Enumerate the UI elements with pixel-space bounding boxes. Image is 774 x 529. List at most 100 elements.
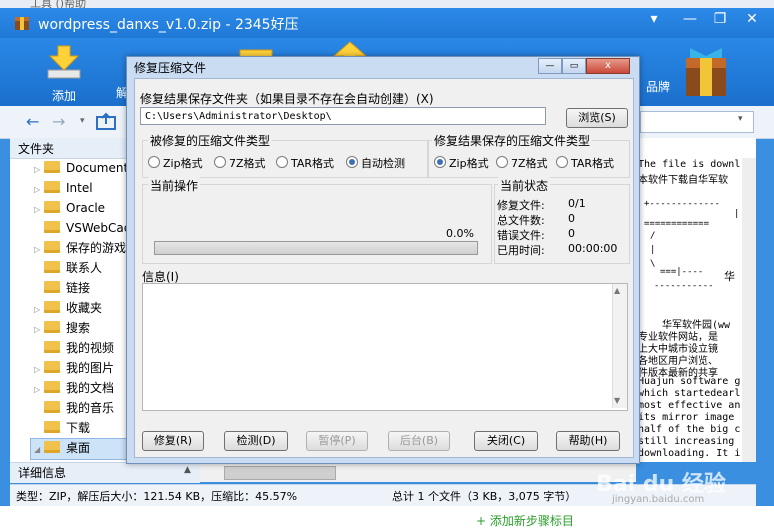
dest-7z-radio[interactable]: 7Z格式 — [496, 155, 548, 171]
current-status-label: 当前状态 — [498, 177, 551, 194]
status-time-label: 已用时间: — [497, 244, 545, 257]
maximize-button[interactable]: ❐ — [706, 9, 734, 29]
folder-pane-title: 文件夹 — [18, 142, 55, 156]
radio-indicator — [148, 156, 160, 168]
source-type-label: 被修复的压缩文件类型 — [148, 132, 273, 149]
dest-tar-radio[interactable]: TAR格式 — [556, 155, 614, 171]
detect-button[interactable]: 检测(D) — [224, 431, 288, 451]
tree-item-my-pictures[interactable]: ▷ 我的图片 — [34, 358, 114, 378]
tree-item-documents[interactable]: ▷ Documents — [34, 158, 134, 178]
browse-button[interactable]: 浏览(S) — [566, 108, 628, 128]
folder-icon — [44, 321, 60, 333]
progress-bar — [154, 241, 478, 255]
skin-button[interactable]: ▾ — [640, 9, 668, 29]
status-time-value: 00:00:00 — [568, 242, 618, 255]
scroll-down-icon[interactable]: ▼ — [614, 396, 620, 405]
pause-button[interactable]: 暂停(P) — [306, 431, 368, 451]
repair-button[interactable]: 修复(R) — [142, 431, 204, 451]
tree-item-saved-games[interactable]: ▷ 保存的游戏 — [34, 238, 126, 258]
source-7z-radio[interactable]: 7Z格式 — [214, 155, 266, 171]
status-left: 类型：ZIP，解压后大小：121.54 KB，压缩比：45.57% — [16, 490, 298, 503]
tree-expand-icon[interactable]: ▷ — [34, 360, 44, 380]
tree-item-contacts[interactable]: 联系人 — [34, 258, 102, 278]
dest-type-label: 修复结果保存的压缩文件类型 — [432, 132, 593, 149]
save-path-input[interactable]: C:\Users\Administrator\Desktop\ — [140, 107, 546, 125]
source-auto-radio[interactable]: 自动检测 — [346, 155, 405, 171]
scroll-up-icon[interactable]: ▲ — [614, 286, 620, 295]
horizontal-scroll-thumb[interactable] — [224, 466, 336, 480]
radio-indicator-selected — [346, 156, 358, 168]
watermark-url: jingyan.baidu.com — [612, 494, 705, 505]
info-scrollbar[interactable] — [612, 284, 627, 408]
comment-banner-char: 华 — [724, 270, 735, 283]
box-logo-icon — [686, 48, 726, 96]
radio-indicator — [276, 156, 288, 168]
dialog-close-button[interactable]: x — [586, 58, 630, 74]
tree-expand-icon[interactable]: ▷ — [34, 380, 44, 400]
tree-item-downloads[interactable]: 下载 — [34, 418, 90, 438]
svg-text:|: | — [734, 209, 739, 219]
status-right: 总计 1 个文件（3 KB，3,075 字节） — [392, 490, 577, 503]
background-button[interactable]: 后台(B) — [388, 431, 450, 451]
tree-item-desktop[interactable]: ◢ 桌面 — [34, 438, 90, 458]
tree-item-my-music[interactable]: 我的音乐 — [34, 398, 114, 418]
back-arrow-icon[interactable]: ← — [26, 112, 39, 131]
help-button[interactable]: 帮助(H) — [556, 431, 620, 451]
tree-item-searches[interactable]: ▷ 搜索 — [34, 318, 90, 338]
tree-collapse-icon[interactable]: ◢ — [34, 440, 44, 460]
folder-icon — [44, 181, 60, 193]
address-dropdown-icon[interactable]: ▾ — [738, 114, 743, 124]
tree-item-my-videos[interactable]: 我的视频 — [34, 338, 114, 358]
comment-line: its mirror image — [638, 412, 735, 423]
tree-expand-icon[interactable]: ▷ — [34, 300, 44, 320]
tree-item-oracle[interactable]: ▷ Oracle — [34, 198, 105, 218]
dest-zip-radio[interactable]: Zip格式 — [434, 155, 489, 171]
svg-text:===|----: ===|---- — [660, 267, 703, 277]
svg-text:\: \ — [650, 259, 655, 269]
dialog-title: 修复压缩文件 — [134, 61, 207, 75]
add-tool-button[interactable]: 添加 — [38, 40, 90, 103]
tree-item-favorites[interactable]: ▷ 收藏夹 — [34, 298, 102, 318]
svg-text:-----------: ----------- — [654, 281, 714, 291]
svg-text:/: / — [650, 231, 655, 241]
comment-line: half of the big c — [638, 424, 741, 435]
radio-indicator-selected — [434, 156, 446, 168]
window-close-button[interactable]: ✕ — [738, 9, 766, 29]
info-textarea[interactable] — [142, 283, 628, 411]
status-total-label: 总文件数: — [497, 214, 545, 227]
comment-line: still increasing — [638, 436, 735, 447]
progress-text: 0.0% — [446, 227, 474, 240]
address-box[interactable] — [640, 111, 754, 133]
dialog-maximize-button[interactable]: ▭ — [562, 58, 586, 74]
tree-expand-icon[interactable]: ▷ — [34, 160, 44, 180]
dialog-minimize-button[interactable]: — — [538, 58, 562, 74]
up-folder-icon[interactable] — [96, 112, 116, 130]
comment-scrollbar[interactable] — [742, 158, 756, 462]
status-repaired-value: 0/1 — [568, 197, 586, 210]
tree-expand-icon[interactable]: ▷ — [34, 200, 44, 220]
page-below — [0, 506, 774, 524]
app-icon — [15, 17, 29, 30]
source-zip-radio[interactable]: Zip格式 — [148, 155, 203, 171]
radio-indicator — [214, 156, 226, 168]
history-chevron-icon[interactable]: ▾ — [80, 116, 85, 126]
comment-line: downloading. It i — [638, 448, 741, 459]
below-page-link[interactable]: + 添加新步骤标目 — [476, 512, 574, 529]
radio-indicator — [556, 156, 568, 168]
path-label: 修复结果保存文件夹（如果目录不存在会自动创建）(X) — [140, 92, 434, 106]
tree-item-my-documents[interactable]: ▷ 我的文档 — [34, 378, 114, 398]
tree-item-links[interactable]: 链接 — [34, 278, 90, 298]
folder-icon — [44, 421, 60, 433]
svg-text:+-------------: +------------- — [644, 199, 720, 209]
folder-icon — [44, 241, 60, 253]
detail-expand-icon[interactable]: ▲ — [184, 465, 191, 475]
tree-expand-icon[interactable]: ▷ — [34, 180, 44, 200]
close-button[interactable]: 关闭(C) — [474, 431, 538, 451]
tree-item-intel[interactable]: ▷ Intel — [34, 178, 93, 198]
tree-expand-icon[interactable]: ▷ — [34, 320, 44, 340]
source-tar-radio[interactable]: TAR格式 — [276, 155, 334, 171]
forward-arrow-icon[interactable]: → — [52, 112, 65, 131]
minimize-button[interactable]: — — [676, 9, 704, 29]
tree-expand-icon[interactable]: ▷ — [34, 240, 44, 260]
folder-icon — [44, 261, 60, 273]
